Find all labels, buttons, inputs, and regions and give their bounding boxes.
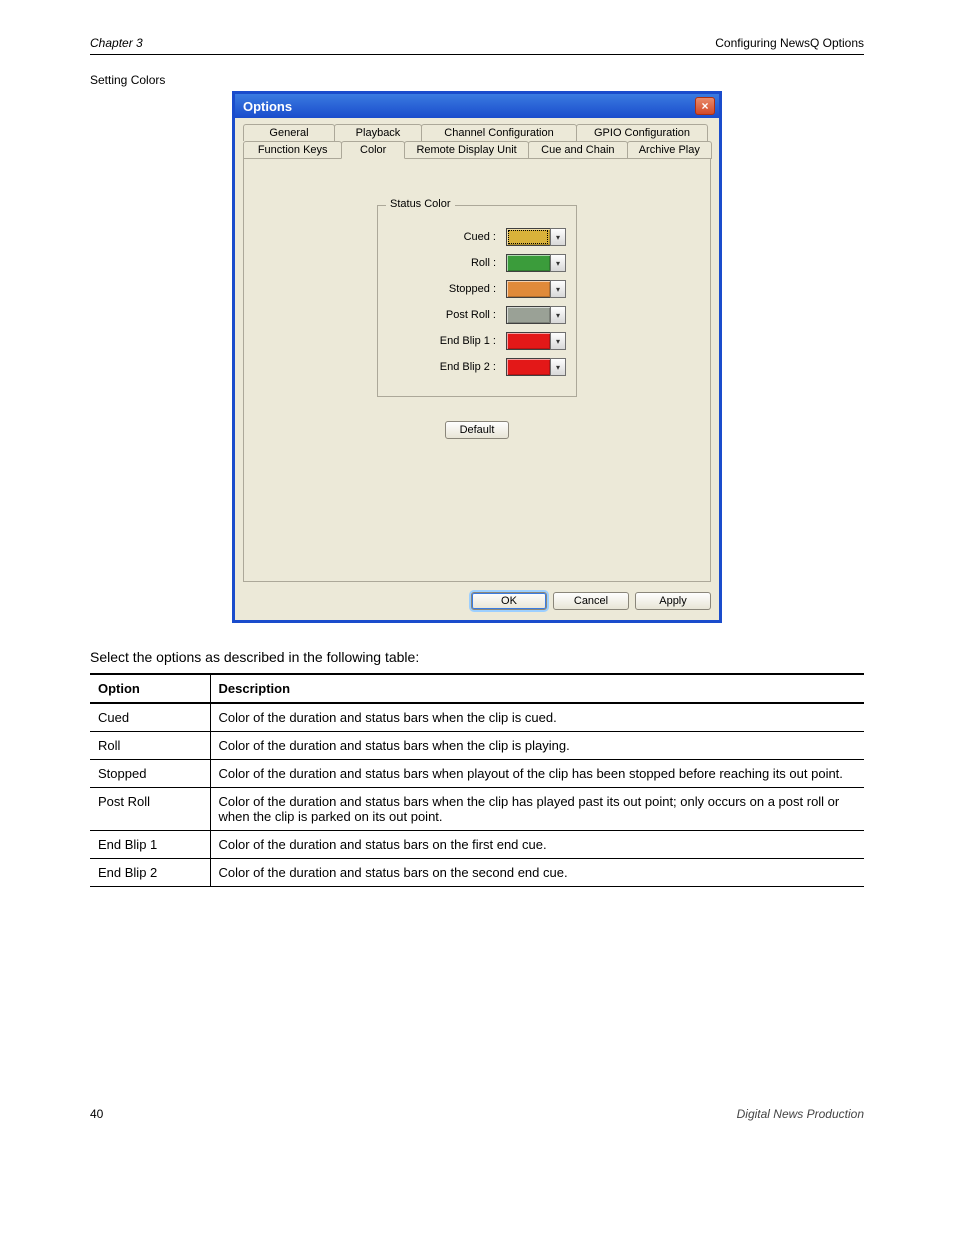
cell-desc: Color of the duration and status bars on… — [210, 831, 864, 859]
group-legend: Status Color — [386, 198, 455, 210]
swatch-endblip1 — [506, 332, 550, 350]
table-row: Cued Color of the duration and status ba… — [90, 703, 864, 732]
tab-color[interactable]: Color — [341, 141, 405, 159]
swatch-cued — [506, 228, 550, 246]
cell-option: Stopped — [90, 760, 210, 788]
close-icon: × — [701, 100, 708, 112]
apply-button[interactable]: Apply — [635, 592, 711, 610]
cell-option: End Blip 2 — [90, 859, 210, 887]
swatch-stopped — [506, 280, 550, 298]
ok-button[interactable]: OK — [471, 592, 547, 610]
label-endblip2: End Blip 2 : — [388, 361, 500, 373]
tab-gpio-config[interactable]: GPIO Configuration — [576, 124, 708, 141]
chevron-down-icon: ▾ — [550, 306, 566, 324]
label-stopped: Stopped : — [388, 283, 500, 295]
th-option: Option — [90, 674, 210, 703]
swatch-postroll — [506, 306, 550, 324]
cancel-button[interactable]: Cancel — [553, 592, 629, 610]
table-row: Post Roll Color of the duration and stat… — [90, 788, 864, 831]
color-picker-cued[interactable]: ▾ — [506, 228, 566, 246]
cell-desc: Color of the duration and status bars wh… — [210, 788, 864, 831]
row-cued: Cued : ▾ — [388, 228, 566, 246]
chevron-down-icon: ▾ — [550, 228, 566, 246]
cell-option: End Blip 1 — [90, 831, 210, 859]
section-label: Configuring NewsQ Options — [715, 36, 864, 50]
chevron-down-icon: ▾ — [550, 332, 566, 350]
row-endblip1: End Blip 1 : ▾ — [388, 332, 566, 350]
th-description: Description — [210, 674, 864, 703]
tab-cue-chain[interactable]: Cue and Chain — [528, 141, 627, 159]
cell-desc: Color of the duration and status bars wh… — [210, 703, 864, 732]
table-row: End Blip 1 Color of the duration and sta… — [90, 831, 864, 859]
cell-desc: Color of the duration and status bars wh… — [210, 760, 864, 788]
chevron-down-icon: ▾ — [550, 280, 566, 298]
tab-channel-config[interactable]: Channel Configuration — [421, 124, 577, 141]
default-button[interactable]: Default — [445, 421, 510, 439]
color-picker-postroll[interactable]: ▾ — [506, 306, 566, 324]
swatch-roll — [506, 254, 550, 272]
label-roll: Roll : — [388, 257, 500, 269]
cell-desc: Color of the duration and status bars wh… — [210, 732, 864, 760]
chevron-down-icon: ▾ — [550, 254, 566, 272]
tab-general[interactable]: General — [243, 124, 335, 141]
table-row: Roll Color of the duration and status ba… — [90, 732, 864, 760]
footer-manual: Digital News Production — [737, 1107, 864, 1121]
color-picker-endblip1[interactable]: ▾ — [506, 332, 566, 350]
row-postroll: Post Roll : ▾ — [388, 306, 566, 324]
label-endblip1: End Blip 1 : — [388, 335, 500, 347]
cell-option: Post Roll — [90, 788, 210, 831]
color-picker-stopped[interactable]: ▾ — [506, 280, 566, 298]
tab-remote-display[interactable]: Remote Display Unit — [404, 141, 529, 159]
cell-desc: Color of the duration and status bars on… — [210, 859, 864, 887]
row-endblip2: End Blip 2 : ▾ — [388, 358, 566, 376]
table-row: Stopped Color of the duration and status… — [90, 760, 864, 788]
label-postroll: Post Roll : — [388, 309, 500, 321]
chevron-down-icon: ▾ — [550, 358, 566, 376]
page-number: 40 — [90, 1107, 103, 1121]
tab-function-keys[interactable]: Function Keys — [243, 141, 342, 159]
options-table: Option Description Cued Color of the dur… — [90, 673, 864, 887]
table-intro: Select the options as described in the f… — [90, 649, 864, 665]
cell-option: Cued — [90, 703, 210, 732]
cell-option: Roll — [90, 732, 210, 760]
tab-playback[interactable]: Playback — [334, 124, 422, 141]
options-dialog: Options × General Playback Channel Confi… — [232, 91, 722, 623]
color-picker-endblip2[interactable]: ▾ — [506, 358, 566, 376]
tab-archive-play[interactable]: Archive Play — [627, 141, 712, 159]
chapter-label: Chapter 3 — [90, 36, 143, 50]
table-row: End Blip 2 Color of the duration and sta… — [90, 859, 864, 887]
close-button[interactable]: × — [695, 97, 715, 115]
label-cued: Cued : — [388, 231, 500, 243]
header-rule — [90, 54, 864, 55]
row-stopped: Stopped : ▾ — [388, 280, 566, 298]
status-color-group: Status Color Cued : ▾ Roll : — [377, 205, 577, 397]
dialog-title: Options — [243, 99, 695, 114]
row-roll: Roll : ▾ — [388, 254, 566, 272]
figure-caption: Setting Colors — [90, 73, 864, 87]
titlebar[interactable]: Options × — [235, 94, 719, 118]
color-picker-roll[interactable]: ▾ — [506, 254, 566, 272]
swatch-endblip2 — [506, 358, 550, 376]
